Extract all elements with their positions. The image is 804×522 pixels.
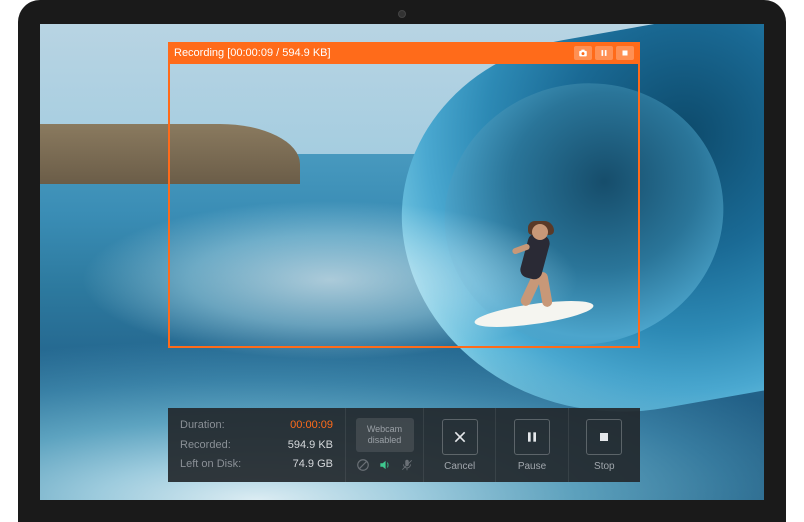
pause-button[interactable]: Pause [496, 408, 568, 482]
stat-recorded: Recorded: 594.9 KB [180, 437, 333, 454]
camera-icon [578, 48, 588, 58]
stop-icon [620, 48, 630, 58]
actions-section: Cancel Pause Stop [424, 408, 640, 482]
duration-label: Duration: [180, 417, 225, 434]
stop-label: Stop [594, 461, 615, 472]
mini-pause-button[interactable] [595, 46, 613, 60]
screenshot-button[interactable] [574, 46, 592, 60]
webcam-status-text: Webcam disabled [356, 424, 414, 446]
laptop-frame: Recording [00:00:09 / 594.9 KB] Duration… [18, 0, 786, 522]
disk-value: 74.9 GB [293, 456, 333, 473]
webcam-preview[interactable]: Webcam disabled [356, 418, 414, 452]
control-panel: Duration: 00:00:09 Recorded: 594.9 KB Le… [168, 408, 640, 482]
pause-icon [524, 429, 540, 445]
speaker-icon [378, 458, 392, 472]
microphone-toggle[interactable] [400, 458, 414, 472]
pause-label: Pause [518, 461, 546, 472]
webcam-section: Webcam disabled [346, 408, 424, 482]
cancel-label: Cancel [444, 461, 475, 472]
microphone-muted-icon [400, 458, 414, 472]
system-audio-toggle[interactable] [356, 458, 370, 472]
system-audio-muted-icon [356, 458, 370, 472]
capture-toolbar: Recording [00:00:09 / 594.9 KB] [168, 42, 640, 64]
disk-label: Left on Disk: [180, 456, 241, 473]
duration-value: 00:00:09 [290, 417, 333, 434]
stats-section: Duration: 00:00:09 Recorded: 594.9 KB Le… [168, 408, 346, 482]
speaker-toggle[interactable] [378, 458, 392, 472]
laptop-camera [398, 10, 406, 18]
pause-icon [599, 48, 609, 58]
recorded-label: Recorded: [180, 437, 231, 454]
stop-icon [596, 429, 612, 445]
cancel-button[interactable]: Cancel [424, 408, 496, 482]
recorded-value: 594.9 KB [288, 437, 333, 454]
stat-duration: Duration: 00:00:09 [180, 417, 333, 434]
audio-toggle-row [356, 458, 414, 472]
screen-content: Recording [00:00:09 / 594.9 KB] Duration… [40, 24, 764, 500]
stop-button[interactable]: Stop [569, 408, 640, 482]
mini-stop-button[interactable] [616, 46, 634, 60]
stat-disk: Left on Disk: 74.9 GB [180, 456, 333, 473]
close-icon [452, 429, 468, 445]
capture-region[interactable]: Recording [00:00:09 / 594.9 KB] [168, 62, 640, 348]
recording-status-label: Recording [00:00:09 / 594.9 KB] [174, 47, 571, 59]
